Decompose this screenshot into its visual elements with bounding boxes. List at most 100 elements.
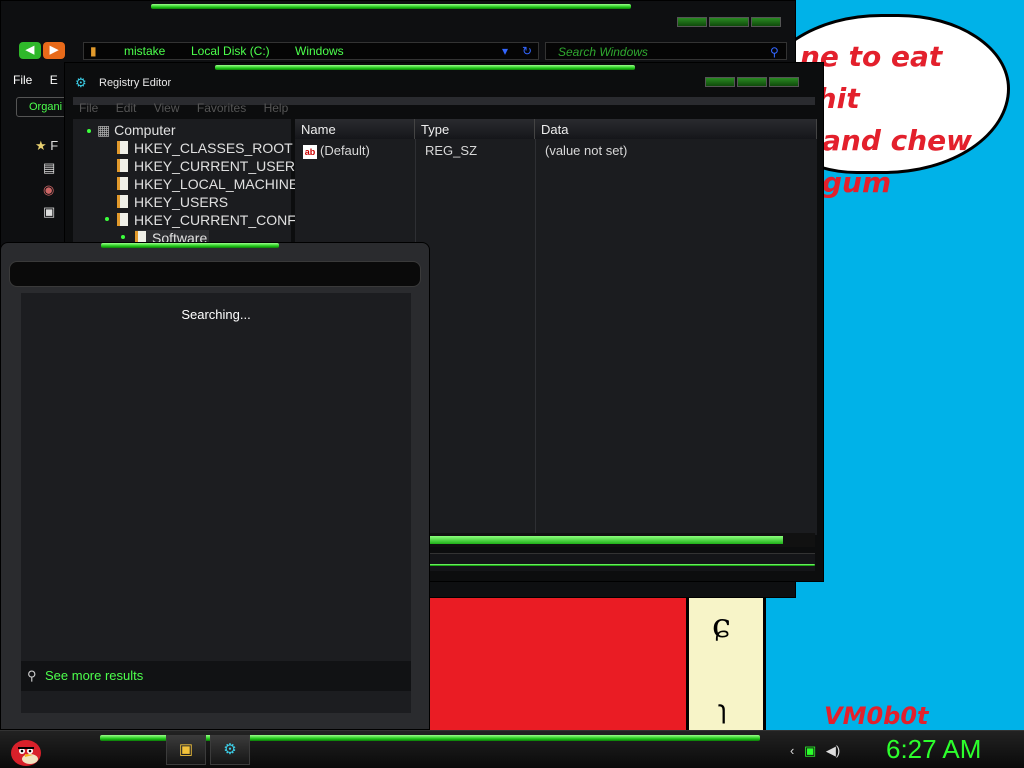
regedit-menu: File Edit View Favorites Help (79, 101, 288, 115)
search-placeholder: Search Windows (558, 45, 648, 59)
column-header-name[interactable]: Name (295, 119, 415, 139)
tree-item-computer[interactable]: ▦ Computer (97, 122, 176, 139)
organize-button[interactable]: Organi (16, 97, 68, 117)
close-button[interactable] (751, 17, 781, 27)
value-data: (value not set) (545, 143, 628, 158)
table-row-name[interactable]: ab (Default) (303, 143, 370, 159)
bubble-text: ne to eat shit and chew gum (800, 36, 1000, 204)
value-type: REG_SZ (425, 143, 478, 158)
tree-label: HKEY_CURRENT_USER (134, 158, 296, 174)
column-divider (535, 139, 536, 535)
star-icon: ★ (35, 138, 47, 153)
regedit-task-button[interactable]: ⚙ (210, 735, 250, 765)
panel-top-glow (101, 243, 279, 248)
breadcrumb-item[interactable]: mistake (124, 44, 165, 58)
explorer-caption-buttons (677, 17, 781, 27)
folder-icon (117, 159, 128, 172)
search-icon[interactable]: ⚲ (770, 45, 779, 59)
wallpaper-scribble: ɕ (712, 606, 732, 646)
bubble-line-1: ne to eat shit (800, 40, 943, 115)
taskbar: ▣ ⚙ ‹ ▣ ◀) 6:27 AM (0, 730, 1024, 768)
maximize-button[interactable] (709, 17, 749, 27)
expand-dot[interactable] (87, 129, 91, 133)
tree-item-key[interactable]: HKEY_LOCAL_MACHINE (117, 176, 298, 192)
close-button[interactable] (769, 77, 799, 87)
menu-help[interactable]: Help (264, 101, 289, 115)
menu-edit[interactable]: E (50, 73, 58, 87)
refresh-icon[interactable]: ↻ (522, 44, 532, 58)
column-header-type[interactable]: Type (415, 119, 535, 139)
menu-edit[interactable]: Edit (116, 101, 137, 115)
tree-item-key[interactable]: HKEY_CURRENT_CONFI (117, 212, 300, 228)
regedit-app-icon: ⚙ (75, 75, 87, 90)
string-value-icon: ab (303, 145, 317, 159)
breadcrumb-item[interactable]: Local Disk (C:) (191, 44, 270, 58)
expand-dot[interactable] (105, 217, 109, 221)
navigation-pane: ★ F ▤ ◉ ▣ (35, 135, 58, 223)
menu-favorites[interactable]: Favorites (197, 101, 246, 115)
key-tree[interactable]: ▦ Computer HKEY_CLASSES_ROOT HKEY_CURREN… (73, 119, 300, 247)
action-center-icon[interactable]: ▣ (804, 743, 816, 758)
minimize-button[interactable] (677, 17, 707, 27)
tree-label: HKEY_USERS (134, 194, 229, 210)
results-area: Searching... ⚲ See more results (21, 293, 411, 713)
folder-icon: ▮ (90, 44, 97, 58)
favorites-label[interactable]: F (50, 138, 58, 153)
back-arrow-icon[interactable]: ◀ (19, 42, 41, 59)
status-glow (427, 564, 815, 566)
wallpaper-scribble-2: ɿ (718, 694, 727, 724)
bubble-line-3: gum (822, 166, 892, 199)
library-icon[interactable]: ▤ (35, 157, 58, 179)
search-input[interactable]: Search Windows ⚲ (545, 42, 787, 60)
search-results-panel[interactable]: Searching... ⚲ See more results (0, 242, 430, 730)
start-button[interactable] (6, 731, 46, 768)
search-box[interactable] (9, 261, 421, 287)
address-bar[interactable]: ▮ mistake Local Disk (C:) Windows ▾ ↻ (83, 42, 539, 60)
regedit-icon: ⚙ (223, 741, 237, 758)
regedit-caption-buttons (705, 77, 799, 87)
maximize-button[interactable] (737, 77, 767, 87)
see-more-results-link[interactable]: See more results (45, 668, 143, 683)
chevron-down-icon[interactable]: ▾ (502, 44, 508, 58)
minimize-button[interactable] (705, 77, 735, 87)
menu-file[interactable]: File (13, 73, 32, 87)
volume-icon[interactable]: ◀) (826, 743, 840, 758)
wallpaper-signature: VM0b0t (824, 702, 929, 730)
computer-icon: ▦ (97, 122, 111, 138)
explorer-menu: File E (13, 73, 58, 87)
folder-icon (117, 195, 128, 208)
horizontal-scrollbar[interactable] (427, 533, 815, 547)
system-tray: ‹ ▣ ◀) (790, 743, 840, 759)
regedit-title-glow (215, 65, 635, 70)
folder-icon: ▣ (178, 741, 194, 758)
column-header-data[interactable]: Data (535, 119, 817, 139)
tree-label: HKEY_LOCAL_MACHINE (134, 176, 299, 192)
tree-label: HKEY_CURRENT_CONFI (134, 212, 300, 228)
tree-item-key[interactable]: HKEY_CLASSES_ROOT (117, 140, 293, 156)
show-hidden-icons-icon[interactable]: ‹ (790, 743, 794, 758)
breadcrumb-item[interactable]: Windows (295, 44, 344, 58)
clock[interactable]: 6:27 AM (886, 734, 981, 765)
angry-bird-icon (11, 740, 41, 766)
media-icon[interactable]: ◉ (35, 179, 58, 201)
explorer-title-glow (151, 4, 631, 9)
tree-label: Computer (114, 122, 176, 138)
window-title: Registry Editor (99, 77, 172, 89)
folder-icon (117, 141, 128, 154)
scrollbar-thumb[interactable] (429, 536, 783, 544)
folder-icon (117, 213, 128, 226)
tree-item-key[interactable]: HKEY_CURRENT_USER (117, 158, 295, 174)
forward-arrow-icon[interactable]: ▶ (43, 42, 65, 59)
expand-dot[interactable] (121, 235, 125, 239)
see-more-results-row[interactable]: ⚲ See more results (21, 661, 411, 691)
network-icon[interactable]: ▣ (35, 201, 58, 223)
folder-icon (117, 177, 128, 190)
explorer-task-button[interactable]: ▣ (166, 735, 206, 765)
tree-item-key[interactable]: HKEY_USERS (117, 194, 228, 210)
menu-view[interactable]: View (154, 101, 180, 115)
status-bar (427, 553, 815, 571)
wallpaper-red-block (428, 598, 686, 730)
searching-status: Searching... (181, 307, 251, 322)
value-name: (Default) (320, 143, 370, 158)
menu-file[interactable]: File (79, 101, 98, 115)
